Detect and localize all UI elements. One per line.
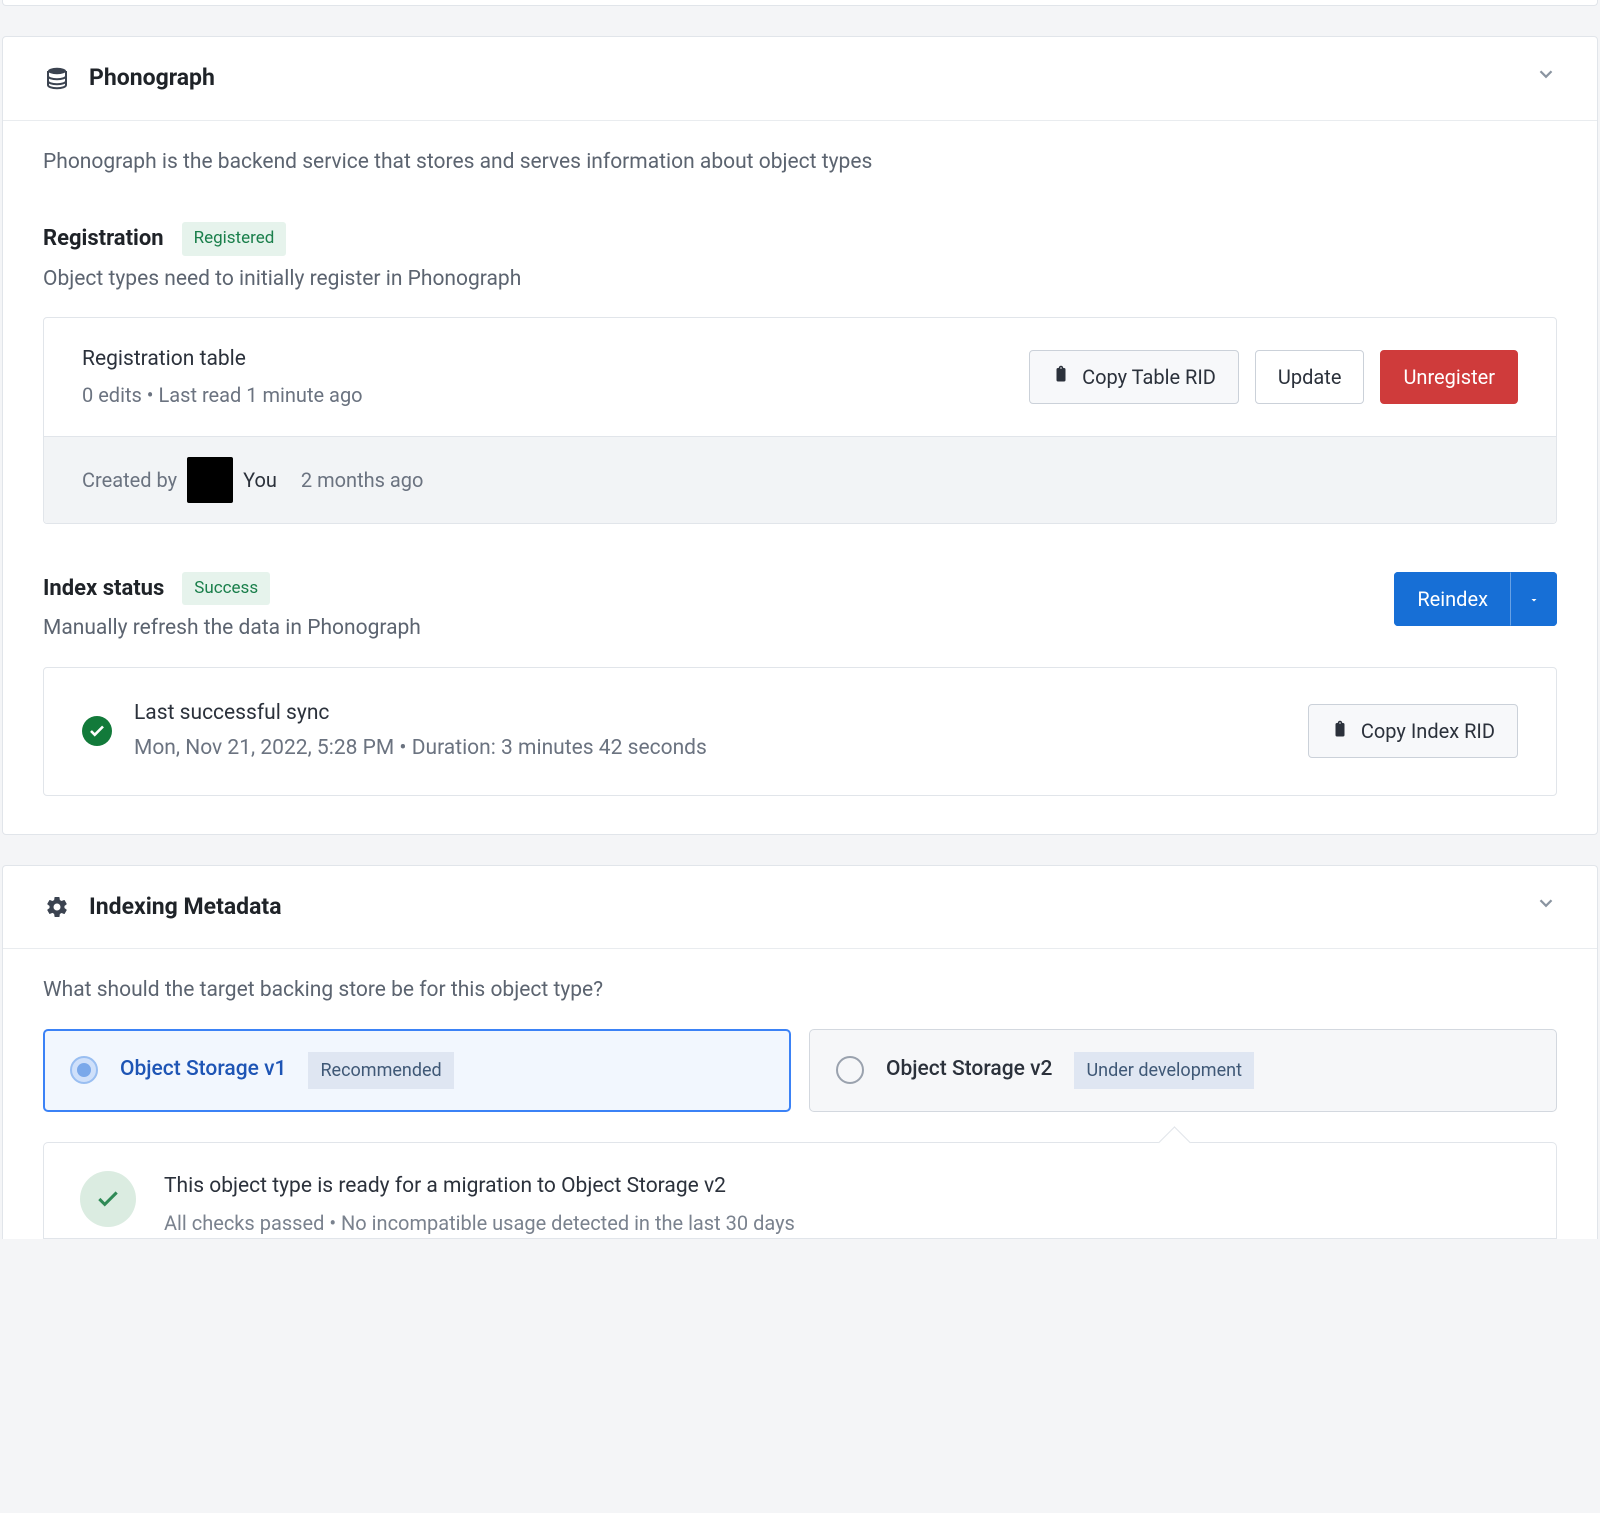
radio-icon: [70, 1056, 98, 1084]
avatar: [187, 457, 233, 503]
check-circle-icon: [80, 1171, 136, 1227]
reindex-split-button: Reindex: [1394, 572, 1557, 626]
last-sync-title: Last successful sync: [134, 698, 707, 730]
index-box: Last successful sync Mon, Nov 21, 2022, …: [43, 667, 1557, 796]
reindex-dropdown-button[interactable]: [1511, 572, 1557, 626]
phonograph-title: Phonograph: [89, 61, 1535, 96]
phonograph-panel-header[interactable]: Phonograph: [3, 37, 1597, 121]
option-label: Object Storage v1: [120, 1054, 286, 1086]
copy-index-rid-button[interactable]: Copy Index RID: [1308, 704, 1518, 758]
migration-title: This object type is ready for a migratio…: [164, 1171, 795, 1203]
copy-table-rid-label: Copy Table RID: [1082, 365, 1216, 389]
migration-callout: This object type is ready for a migratio…: [43, 1142, 1557, 1240]
update-label: Update: [1278, 365, 1342, 389]
migration-sub: All checks passed • No incompatible usag…: [164, 1208, 795, 1238]
radio-icon: [836, 1056, 864, 1084]
caret-down-icon: [1528, 587, 1540, 611]
created-by-name: You: [243, 465, 277, 495]
clipboard-icon: [1052, 364, 1070, 389]
registration-table-sub: 0 edits • Last read 1 minute ago: [82, 380, 363, 410]
gear-icon: [43, 893, 71, 921]
option-object-storage-v2[interactable]: Object Storage v2 Under development: [809, 1029, 1557, 1112]
index-status-sub: Manually refresh the data in Phonograph: [43, 613, 1374, 645]
option-tag: Under development: [1074, 1052, 1254, 1089]
database-icon: [43, 64, 71, 92]
index-status-badge: Success: [182, 572, 270, 606]
index-status-heading: Index status: [43, 572, 164, 605]
reindex-label: Reindex: [1417, 587, 1488, 611]
indexing-metadata-title: Indexing Metadata: [89, 890, 1535, 925]
phonograph-panel: Phonograph Phonograph is the backend ser…: [2, 36, 1598, 835]
indexing-metadata-panel: Indexing Metadata What should the target…: [2, 865, 1598, 1240]
chevron-down-icon: [1535, 63, 1557, 94]
unregister-label: Unregister: [1403, 365, 1495, 389]
registration-footer: Created by You 2 months ago: [44, 436, 1556, 523]
update-button[interactable]: Update: [1255, 350, 1365, 404]
registration-table-title: Registration table: [82, 344, 363, 376]
option-label: Object Storage v2: [886, 1054, 1052, 1086]
last-sync-detail: Mon, Nov 21, 2022, 5:28 PM • Duration: 3…: [134, 733, 707, 765]
created-by-label: Created by: [82, 465, 177, 495]
check-circle-icon: [82, 716, 112, 746]
registration-status-badge: Registered: [182, 222, 287, 256]
registration-sub: Object types need to initially register …: [43, 264, 1557, 296]
phonograph-description: Phonograph is the backend service that s…: [43, 147, 1557, 179]
unregister-button[interactable]: Unregister: [1380, 350, 1518, 404]
registration-heading: Registration: [43, 222, 164, 255]
chevron-down-icon: [1535, 892, 1557, 923]
clipboard-icon: [1331, 719, 1349, 744]
spacer-card: [2, 0, 1598, 6]
registration-box: Registration table 0 edits • Last read 1…: [43, 317, 1557, 524]
backing-store-question: What should the target backing store be …: [43, 975, 1557, 1007]
indexing-metadata-header[interactable]: Indexing Metadata: [3, 866, 1597, 950]
copy-index-rid-label: Copy Index RID: [1361, 719, 1495, 743]
reindex-button[interactable]: Reindex: [1394, 572, 1511, 626]
option-object-storage-v1[interactable]: Object Storage v1 Recommended: [43, 1029, 791, 1112]
copy-table-rid-button[interactable]: Copy Table RID: [1029, 350, 1239, 404]
option-tag: Recommended: [308, 1052, 453, 1089]
created-when: 2 months ago: [301, 465, 424, 495]
